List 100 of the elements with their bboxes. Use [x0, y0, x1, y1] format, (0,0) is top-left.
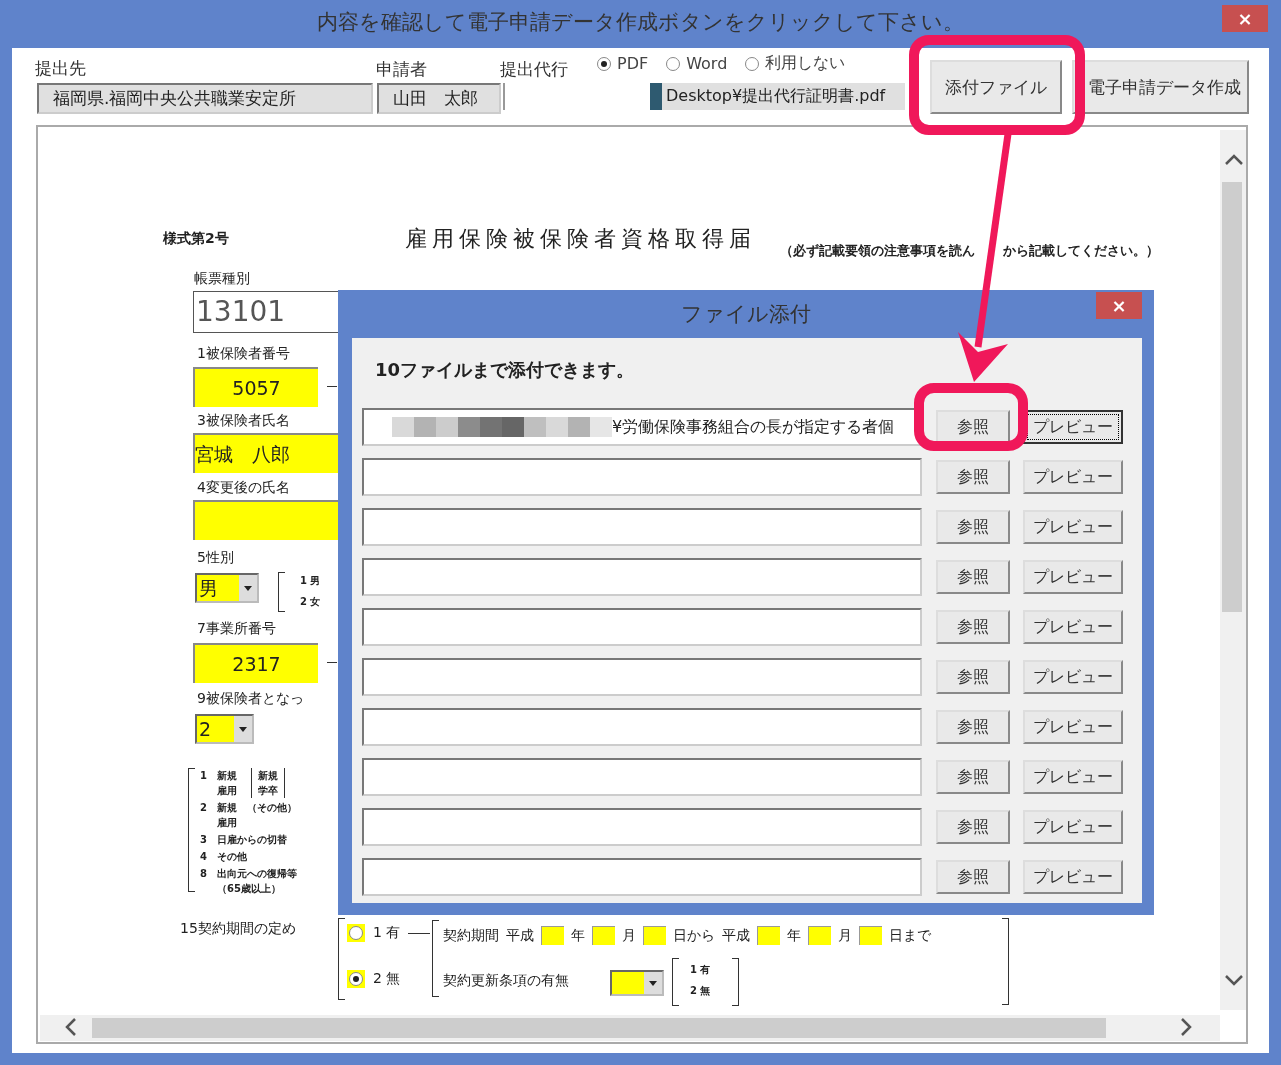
file-path-field[interactable] — [362, 808, 922, 846]
date-field[interactable] — [808, 926, 831, 945]
date-field[interactable] — [643, 926, 666, 945]
format-radio[interactable]: 利用しない — [745, 53, 846, 74]
renewal-label: 契約更新条項の有無 — [443, 972, 569, 990]
format-radio[interactable]: Word — [666, 53, 728, 74]
date-field[interactable] — [859, 926, 882, 945]
legend-item: 雇用 — [216, 784, 237, 798]
applicant-field[interactable]: 山田 太郎 — [377, 83, 501, 114]
date-label: 月 — [838, 926, 852, 945]
dialog-message: 10ファイルまで添付できます。 — [375, 358, 636, 382]
preview-button[interactable]: プレビュー — [1023, 460, 1123, 494]
date-label: 平成 — [506, 926, 534, 945]
legend-item: （65歳以上） — [216, 882, 282, 896]
create-data-button[interactable]: 電子申請データ作成 — [1072, 60, 1249, 114]
legend-item: 出向元への復帰等 — [216, 867, 297, 881]
preview-button[interactable]: プレビュー — [1023, 710, 1123, 744]
office-number-field[interactable]: 2317 — [193, 643, 318, 683]
cause-dropdown[interactable]: 2 — [195, 714, 254, 744]
file-path-field[interactable] — [362, 458, 922, 496]
date-field[interactable] — [541, 926, 564, 945]
legend-number: 1 — [200, 769, 207, 783]
date-label: 日まで — [889, 926, 931, 945]
renewal-dropdown[interactable] — [610, 970, 664, 996]
file-path-field[interactable] — [362, 508, 922, 546]
legend-item: 新規 （その他） — [216, 801, 297, 815]
field-label: 提出代行 — [500, 58, 568, 81]
browse-button[interactable]: 参照 — [936, 760, 1010, 794]
insured-number-field[interactable]: 5057 — [193, 367, 318, 407]
legend-number: 3 — [200, 833, 207, 847]
field-label: 9被保険者となっ — [197, 690, 304, 708]
form-note: （必ず記載要領の注意事項を読ん — [780, 242, 975, 260]
browse-button[interactable]: 参照 — [936, 860, 1010, 894]
preview-button[interactable]: プレビュー — [1023, 810, 1123, 844]
field-label: 5性別 — [197, 549, 234, 567]
changed-name-field[interactable] — [193, 500, 340, 540]
form-number: 様式第2号 — [163, 230, 229, 248]
browse-button[interactable]: 参照 — [936, 810, 1010, 844]
legend-item: 新規 — [216, 769, 237, 783]
legend-bracket — [732, 958, 739, 1006]
preview-button[interactable]: プレビュー — [1023, 760, 1123, 794]
contract-radio[interactable]: 1 有 — [347, 924, 401, 942]
browse-button[interactable]: 参照 — [936, 510, 1010, 544]
file-path-field[interactable] — [362, 758, 922, 796]
browse-button[interactable]: 参照 — [936, 560, 1010, 594]
preview-button[interactable]: プレビュー — [1023, 660, 1123, 694]
legend-bracket — [278, 572, 285, 612]
legend-item: 1 有 — [690, 963, 711, 977]
window-title: 内容を確認して電子申請データ作成ボタンをクリックして下さい。 — [316, 9, 965, 36]
insured-name-field[interactable]: 宮城 八郎 — [193, 433, 340, 473]
preview-button[interactable]: プレビュー — [1023, 560, 1123, 594]
scroll-left-icon[interactable] — [63, 1017, 79, 1037]
contract-radio[interactable]: 2 無 — [347, 970, 401, 988]
close-button[interactable]: × — [1096, 292, 1142, 319]
date-label: 月 — [622, 926, 636, 945]
field-label: 申請者 — [376, 58, 427, 81]
browse-button[interactable]: 参照 — [936, 460, 1010, 494]
submit-to-field[interactable]: 福岡県.福岡中央公共職業安定所 — [37, 83, 373, 114]
preview-button[interactable]: プレビュー — [1023, 860, 1123, 894]
format-radio[interactable]: PDF — [597, 53, 649, 74]
legend-item: その他 — [216, 850, 247, 864]
legend-number: 8 — [200, 867, 207, 881]
file-path-field[interactable]: ¥労働保険事務組合の長が指定する者個 — [362, 408, 922, 446]
field-label: 7事業所番号 — [197, 620, 276, 638]
preview-button[interactable]: プレビュー — [1023, 510, 1123, 544]
legend-bracket — [672, 958, 679, 1006]
file-path-field[interactable] — [362, 558, 922, 596]
legend-number: 4 — [200, 850, 207, 864]
proxy-field[interactable]: Desktop¥提出代行証明書.pdf — [503, 83, 905, 110]
file-path-field[interactable] — [362, 708, 922, 746]
legend-item: 2 無 — [690, 984, 711, 998]
file-path-field[interactable] — [362, 658, 922, 696]
form-title: 雇用保険被保険者資格取得届 — [405, 225, 756, 253]
date-field[interactable] — [592, 926, 615, 945]
browse-button[interactable]: 参照 — [936, 410, 1010, 444]
scroll-right-icon[interactable] — [1178, 1017, 1194, 1037]
browse-button[interactable]: 参照 — [936, 610, 1010, 644]
horizontal-scrollbar[interactable] — [40, 1015, 1220, 1041]
browse-button[interactable]: 参照 — [936, 710, 1010, 744]
scroll-down-icon[interactable] — [1224, 972, 1244, 988]
period-label: 契約期間 — [443, 926, 499, 945]
browse-button[interactable]: 参照 — [936, 660, 1010, 694]
date-label: 日から — [673, 926, 715, 945]
vertical-scrollbar[interactable] — [1220, 130, 1246, 1010]
date-label: 平成 — [722, 926, 750, 945]
legend-note: 学卒 — [257, 784, 278, 798]
file-path-field[interactable] — [362, 608, 922, 646]
attach-file-button[interactable]: 添付ファイル — [930, 60, 1062, 114]
preview-button[interactable]: プレビュー — [1023, 410, 1123, 444]
legend-item: 雇用 — [216, 816, 238, 830]
file-path-field[interactable] — [362, 858, 922, 896]
field-label: 1被保険者番号 — [197, 345, 290, 363]
legend-note: 新規 — [257, 769, 278, 783]
legend-number: 2 — [200, 801, 207, 815]
date-field[interactable] — [757, 926, 780, 945]
close-button[interactable]: × — [1222, 5, 1268, 32]
field-label: 3被保険者氏名 — [197, 412, 290, 430]
preview-button[interactable]: プレビュー — [1023, 610, 1123, 644]
sex-dropdown[interactable]: 男 — [195, 573, 259, 603]
legend-item: 日雇からの切替 — [216, 833, 287, 847]
